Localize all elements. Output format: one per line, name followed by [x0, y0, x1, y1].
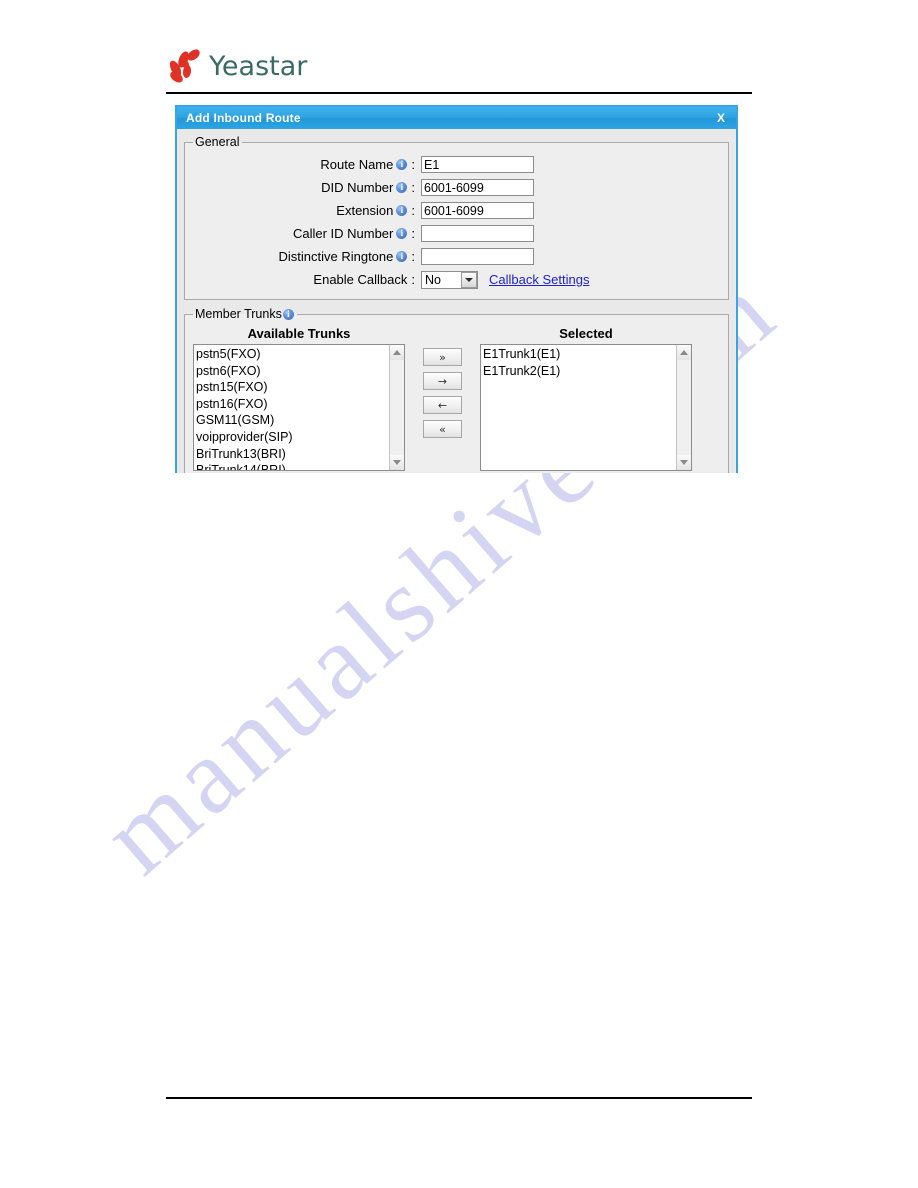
caller-id-number-input[interactable] [421, 225, 534, 242]
label-caller-id-number: Caller ID Number : [193, 226, 421, 241]
list-item[interactable]: GSM11(GSM) [196, 412, 389, 429]
add-inbound-route-dialog: Add Inbound Route X General Route Name : [175, 105, 738, 473]
available-trunks-listbox[interactable]: pstn5(FXO) pstn6(FXO) pstn15(FXO) pstn16… [193, 344, 405, 471]
available-trunks-column: Available Trunks pstn5(FXO) pstn6(FXO) p… [193, 326, 405, 471]
did-number-input[interactable] [421, 179, 534, 196]
info-icon[interactable] [396, 227, 408, 239]
transfer-buttons: » → ← « [405, 326, 480, 438]
form-row-caller-id-number: Caller ID Number : [193, 222, 720, 245]
dialog-body: General Route Name : DID Number : [177, 129, 736, 473]
info-icon[interactable] [396, 181, 408, 193]
colon: : [411, 272, 415, 287]
enable-callback-select[interactable]: No [421, 270, 478, 289]
selected-trunks-scrollbar[interactable] [676, 345, 691, 470]
general-legend: General [195, 135, 240, 149]
list-item[interactable]: voipprovider(SIP) [196, 429, 389, 446]
form-row-did-number: DID Number : [193, 176, 720, 199]
colon: : [411, 157, 415, 172]
list-item[interactable]: pstn16(FXO) [196, 396, 389, 413]
move-left-button[interactable]: ← [423, 396, 462, 414]
move-right-button[interactable]: → [423, 372, 462, 390]
selected-trunks-column: Selected E1Trunk1(E1) E1Trunk2(E1) [480, 326, 692, 471]
chevron-down-icon[interactable] [461, 271, 477, 288]
list-item[interactable]: BriTrunk14(BRI) [196, 462, 389, 470]
list-item[interactable]: pstn15(FXO) [196, 379, 389, 396]
label-route-name-text: Route Name [320, 157, 394, 172]
selected-trunks-listbox[interactable]: E1Trunk1(E1) E1Trunk2(E1) [480, 344, 692, 471]
member-trunks-section: Member Trunks Available Trunks pstn5(FXO… [184, 307, 729, 473]
scroll-down-icon[interactable] [676, 455, 691, 470]
available-trunks-scrollbar[interactable] [389, 345, 404, 470]
list-item[interactable]: pstn6(FXO) [196, 363, 389, 380]
form-row-route-name: Route Name : [193, 153, 720, 176]
member-trunks-legend-text: Member Trunks [195, 307, 282, 321]
member-trunks-legend: Member Trunks [193, 307, 297, 321]
brand-logo: Yeastar [167, 45, 308, 87]
label-did-number-text: DID Number [321, 180, 394, 195]
list-item[interactable]: BriTrunk13(BRI) [196, 446, 389, 463]
colon: : [411, 249, 415, 264]
available-trunks-heading: Available Trunks [247, 326, 351, 341]
list-item[interactable]: E1Trunk2(E1) [483, 363, 676, 380]
yeastar-flower-icon [167, 46, 208, 86]
scroll-up-icon[interactable] [389, 345, 404, 360]
dialog-title: Add Inbound Route [186, 111, 301, 125]
distinctive-ringtone-input[interactable] [421, 248, 534, 265]
document-page: Yeastar Add Inbound Route X General Rout… [0, 0, 918, 1188]
info-icon[interactable] [396, 250, 408, 262]
info-icon[interactable] [396, 158, 408, 170]
scroll-up-icon[interactable] [676, 345, 691, 360]
scroll-down-icon[interactable] [389, 455, 404, 470]
list-item[interactable]: E1Trunk1(E1) [483, 346, 676, 363]
close-icon[interactable]: X [714, 111, 728, 125]
label-caller-id-number-text: Caller ID Number [292, 226, 394, 241]
general-section: General Route Name : DID Number : [184, 135, 729, 300]
label-distinctive-ringtone-text: Distinctive Ringtone [278, 249, 394, 264]
label-did-number: DID Number : [193, 180, 421, 195]
label-enable-callback: Enable Callback : [193, 272, 421, 287]
colon: : [411, 203, 415, 218]
info-icon[interactable] [396, 204, 408, 216]
available-trunks-items: pstn5(FXO) pstn6(FXO) pstn15(FXO) pstn16… [194, 345, 389, 470]
label-enable-callback-text: Enable Callback [313, 272, 408, 287]
label-extension-text: Extension [336, 203, 394, 218]
header-divider [166, 92, 752, 94]
extension-input[interactable] [421, 202, 534, 219]
colon: : [411, 180, 415, 195]
selected-trunks-heading: Selected [559, 326, 613, 341]
form-row-distinctive-ringtone: Distinctive Ringtone : [193, 245, 720, 268]
info-icon[interactable] [282, 308, 294, 320]
colon: : [411, 226, 415, 241]
label-route-name: Route Name : [193, 157, 421, 172]
callback-settings-link[interactable]: Callback Settings [489, 272, 589, 287]
route-name-input[interactable] [421, 156, 534, 173]
list-item[interactable]: pstn5(FXO) [196, 346, 389, 363]
label-extension: Extension : [193, 203, 421, 218]
dialog-title-bar: Add Inbound Route X [177, 107, 736, 129]
trunks-transfer-widget: Available Trunks pstn5(FXO) pstn6(FXO) p… [193, 325, 720, 471]
selected-trunks-items: E1Trunk1(E1) E1Trunk2(E1) [481, 345, 676, 470]
enable-callback-value: No [425, 272, 441, 287]
footer-divider [166, 1097, 752, 1099]
move-all-right-button[interactable]: » [423, 348, 462, 366]
form-row-extension: Extension : [193, 199, 720, 222]
move-all-left-button[interactable]: « [423, 420, 462, 438]
label-distinctive-ringtone: Distinctive Ringtone : [193, 249, 421, 264]
form-row-enable-callback: Enable Callback : No Callback Settings [193, 268, 720, 291]
brand-name: Yeastar [209, 50, 308, 82]
